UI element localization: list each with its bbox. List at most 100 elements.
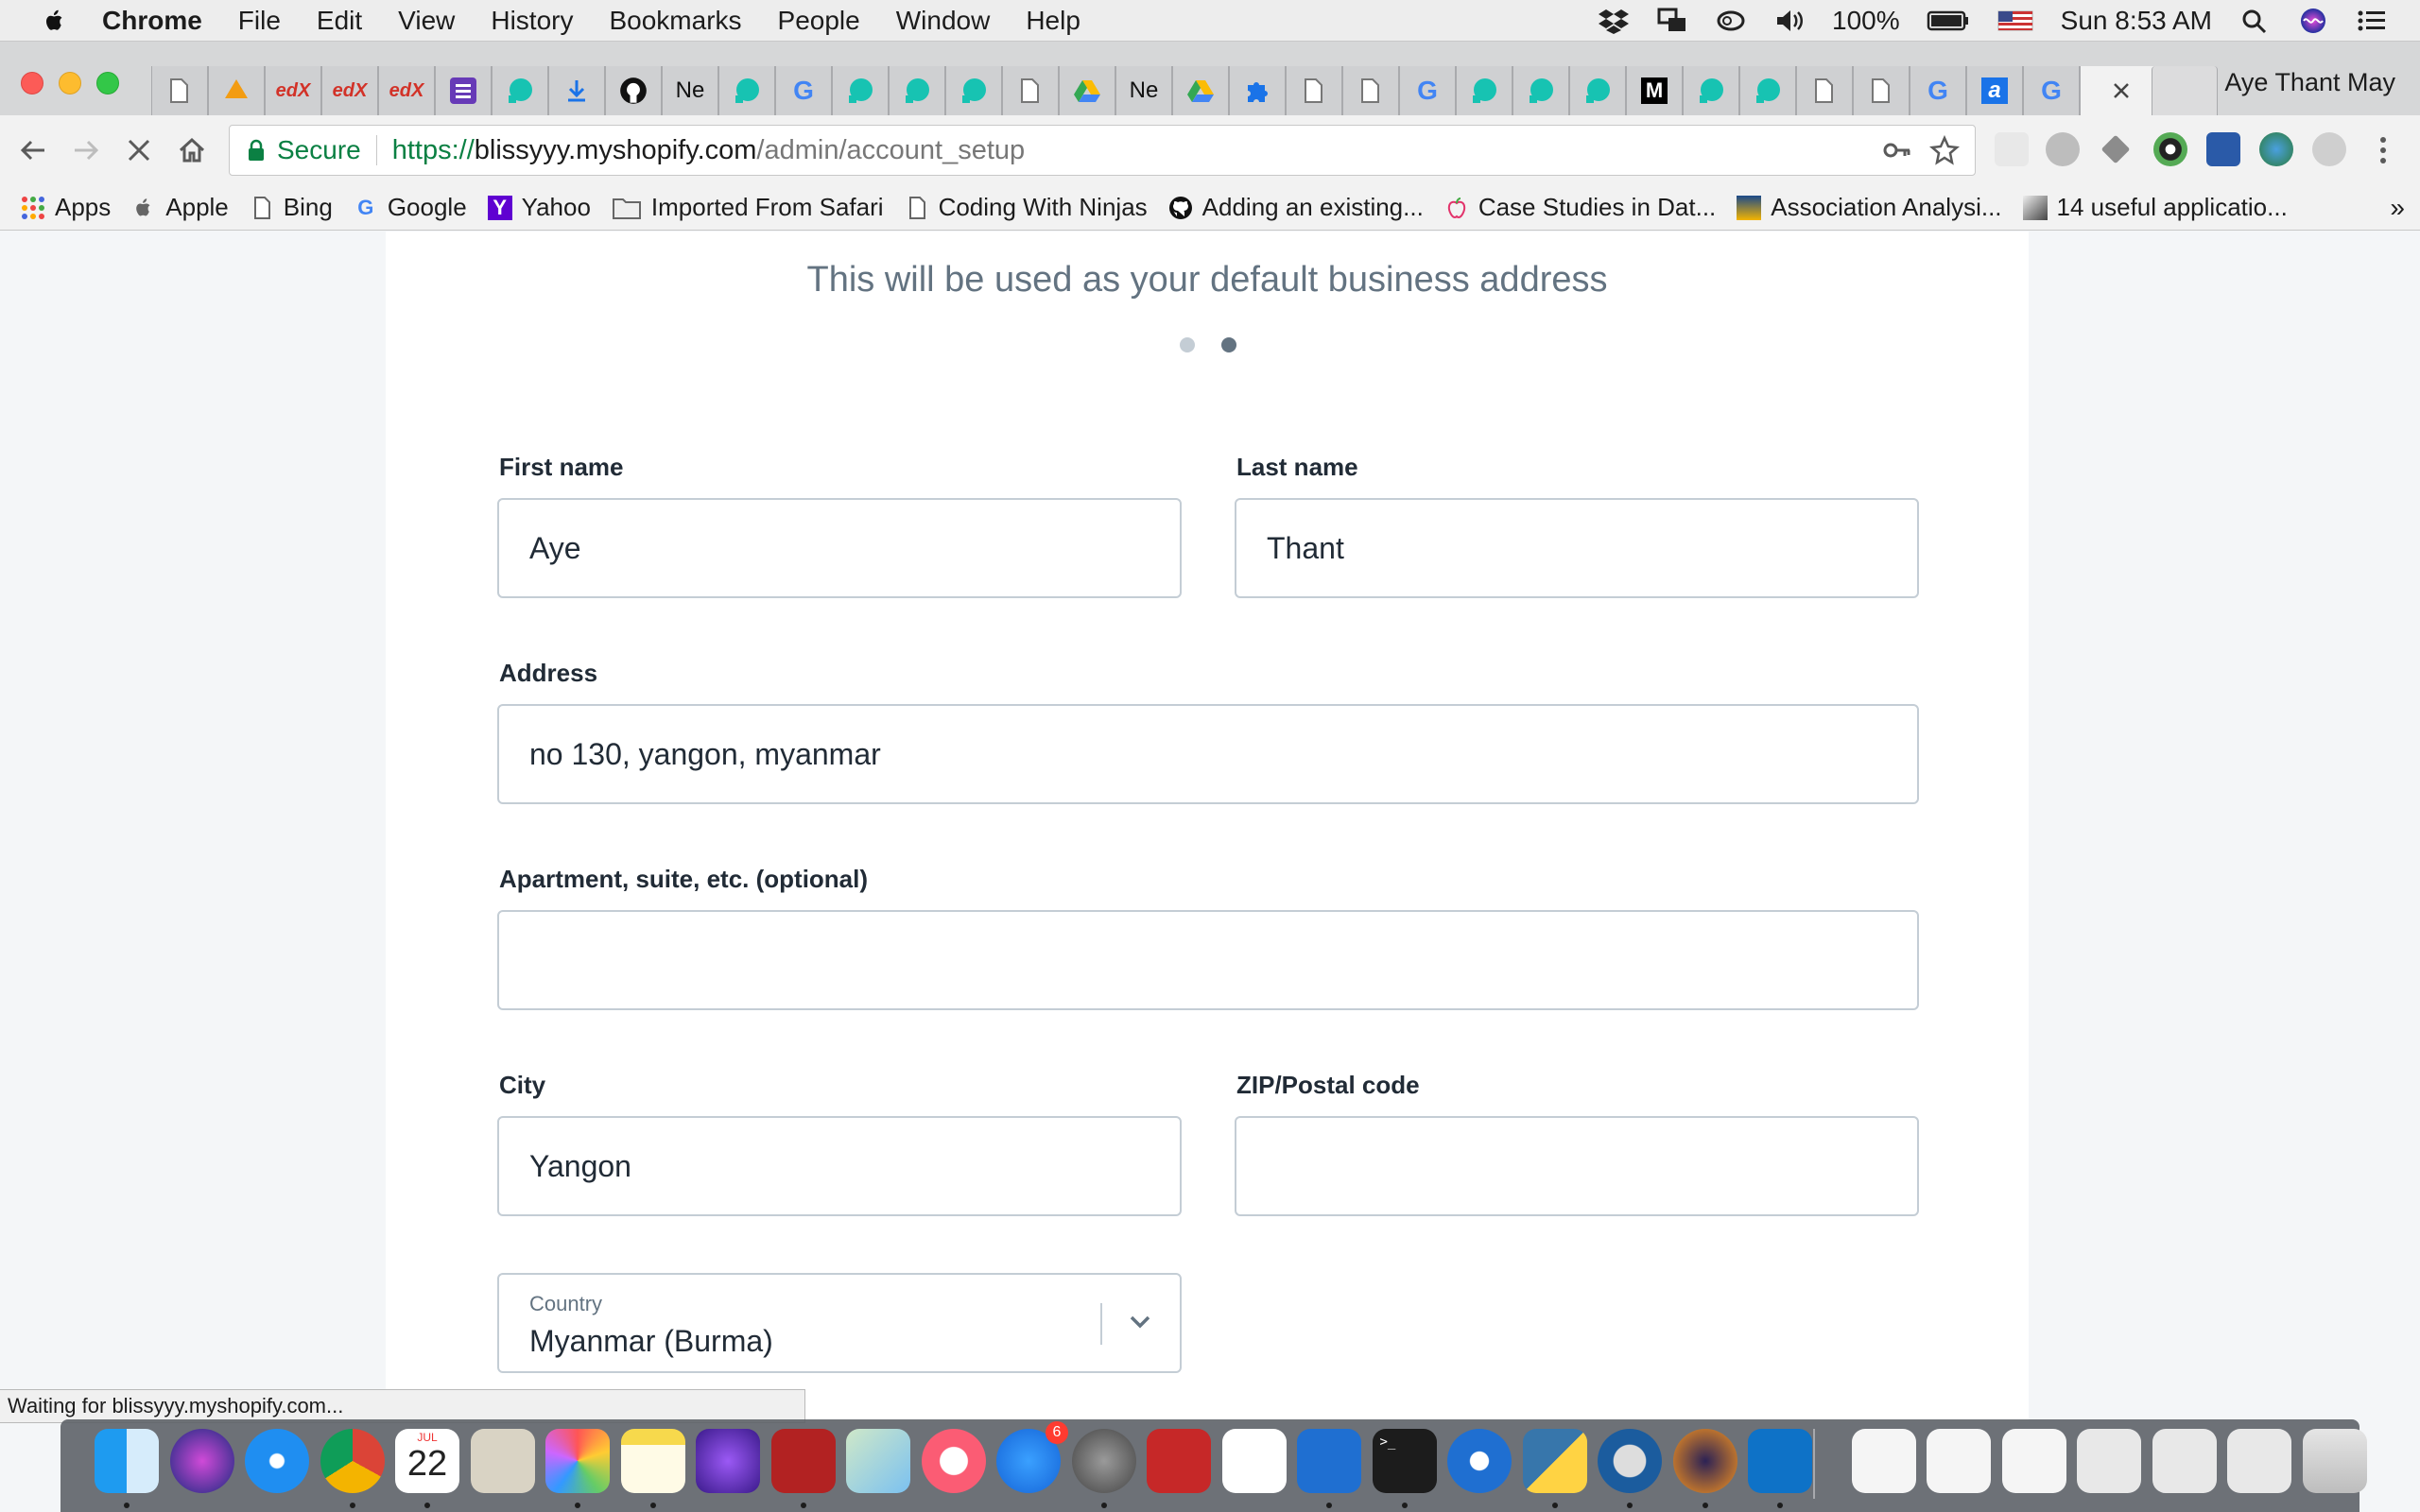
browser-tab[interactable] [1512, 66, 1569, 115]
eclipse-icon[interactable] [1672, 1429, 1737, 1493]
browser-tab[interactable] [1002, 66, 1059, 115]
back-button[interactable] [13, 130, 53, 170]
city-input[interactable]: Yangon [497, 1116, 1182, 1216]
stop-loading-button[interactable] [119, 130, 159, 170]
quicktime-icon[interactable] [1598, 1429, 1662, 1493]
last-name-input[interactable]: Thant [1235, 498, 1919, 598]
photo-booth-icon[interactable] [770, 1429, 836, 1493]
new-tab-button[interactable] [2152, 66, 2218, 115]
step-dot-2[interactable] [1221, 337, 1236, 352]
browser-tab[interactable]: edX [321, 66, 378, 115]
browser-tab[interactable] [435, 66, 492, 115]
menu-edit[interactable]: Edit [317, 6, 362, 36]
extension-eyedropper-icon[interactable] [2100, 134, 2131, 164]
browser-tab[interactable]: G [1399, 66, 1456, 115]
browser-tab[interactable] [832, 66, 889, 115]
trash-icon[interactable] [2302, 1429, 2367, 1493]
browser-tab[interactable] [1456, 66, 1512, 115]
browser-tab[interactable] [1569, 66, 1626, 115]
profile-name[interactable]: Aye Thant May [2224, 68, 2395, 97]
extension-reader-icon[interactable] [2206, 132, 2240, 166]
browser-tab[interactable] [1229, 66, 1286, 115]
notification-center-icon[interactable] [2356, 7, 2388, 35]
dropbox-icon[interactable] [1598, 7, 1630, 35]
us-flag-icon[interactable] [1996, 7, 2034, 35]
browser-tab[interactable] [1172, 66, 1229, 115]
python-icon[interactable] [1522, 1429, 1587, 1493]
browser-tab[interactable]: G [1910, 66, 1966, 115]
browser-tab[interactable] [492, 66, 548, 115]
menu-view[interactable]: View [398, 6, 455, 36]
menu-history[interactable]: History [491, 6, 573, 36]
close-icon[interactable] [2107, 77, 2135, 105]
bookmark-bing[interactable]: Bing [250, 193, 333, 222]
address-input[interactable]: no 130, yangon, myanmar [497, 704, 1919, 804]
clock[interactable]: Sun 8:53 AM [2061, 6, 2212, 36]
browser-tab[interactable] [151, 66, 208, 115]
calendar-icon[interactable]: JUL 22 [395, 1429, 459, 1493]
extension-gray-icon[interactable] [2312, 132, 2346, 166]
finder-icon[interactable] [95, 1429, 159, 1493]
photos-icon[interactable] [545, 1429, 610, 1493]
window-minimize-button[interactable] [59, 72, 81, 94]
browser-tab[interactable]: M [1626, 66, 1683, 115]
first-name-input[interactable]: Aye [497, 498, 1182, 598]
browser-tab[interactable] [945, 66, 1002, 115]
chrome-icon[interactable] [320, 1429, 385, 1493]
notes-icon[interactable] [620, 1429, 685, 1493]
bookmark-adding-an-existing[interactable]: Adding an existing... [1168, 193, 1424, 222]
spotlight-search-icon[interactable] [2238, 7, 2271, 35]
extension-m-icon[interactable] [2046, 132, 2080, 166]
address-bar[interactable]: Secure https://blissyyy.myshopify.com/ad… [229, 125, 1976, 176]
browser-tab[interactable] [1342, 66, 1399, 115]
bookmark-association-analysis[interactable]: Association Analysi... [1737, 193, 2002, 222]
browser-tab[interactable] [889, 66, 945, 115]
browser-tab[interactable]: a [1966, 66, 2023, 115]
browser-tab[interactable] [605, 66, 662, 115]
browser-tab[interactable]: Ne [1115, 66, 1172, 115]
step-dot-1[interactable] [1180, 337, 1195, 352]
document-thumb-icon[interactable] [1851, 1429, 1916, 1493]
browser-tab[interactable] [1683, 66, 1739, 115]
filezilla-icon[interactable] [1147, 1429, 1211, 1493]
window-zoom-button[interactable] [96, 72, 119, 94]
sourcetree-icon[interactable] [1447, 1429, 1512, 1493]
window-thumb-icon[interactable] [2077, 1429, 2141, 1493]
window-thumb-icon[interactable] [2152, 1429, 2217, 1493]
bookmark-star-icon[interactable] [1929, 135, 1960, 165]
window-thumb-icon[interactable] [2227, 1429, 2291, 1493]
numbers-icon[interactable] [1221, 1429, 1287, 1493]
battery-icon[interactable] [1927, 7, 1970, 35]
browser-tab[interactable]: G [775, 66, 832, 115]
url-text[interactable]: https://blissyyy.myshopify.com/admin/acc… [392, 135, 1025, 166]
menu-help[interactable]: Help [1026, 6, 1080, 36]
browser-tab[interactable] [1059, 66, 1115, 115]
bookmark-google[interactable]: G Google [354, 193, 466, 222]
siri-icon[interactable] [2297, 7, 2329, 35]
browser-tab[interactable] [548, 66, 605, 115]
browser-tab[interactable]: edX [265, 66, 321, 115]
siri-icon[interactable] [169, 1429, 234, 1493]
menu-people[interactable]: People [778, 6, 860, 36]
forward-button[interactable] [66, 130, 106, 170]
document-thumb-icon[interactable] [1927, 1429, 1991, 1493]
volume-icon[interactable] [1773, 7, 1806, 35]
chevron-down-icon[interactable] [1125, 1307, 1155, 1337]
browser-tab[interactable] [1739, 66, 1796, 115]
extension-cdp-icon[interactable] [1995, 132, 2029, 166]
document-thumb-icon[interactable] [2001, 1429, 2066, 1493]
creative-cloud-icon[interactable] [1715, 7, 1747, 35]
browser-tab[interactable]: edX [378, 66, 435, 115]
bookmark-coding-with-ninjas[interactable]: Coding With Ninjas [905, 193, 1148, 222]
migration-icon[interactable] [1297, 1429, 1361, 1493]
bookmark-yahoo[interactable]: Y Yahoo [487, 193, 591, 222]
menu-chrome[interactable]: Chrome [102, 6, 202, 36]
browser-tab[interactable] [1796, 66, 1853, 115]
extension-globe-icon[interactable] [2259, 132, 2293, 166]
more-bookmarks-chevron[interactable]: » [2390, 193, 2405, 223]
calculator-icon[interactable] [470, 1429, 535, 1493]
browser-tab[interactable] [208, 66, 265, 115]
bookmark-14-useful-applications[interactable]: 14 useful applicatio... [2022, 193, 2288, 222]
screen-share-icon[interactable] [1656, 7, 1688, 35]
home-button[interactable] [172, 130, 212, 170]
